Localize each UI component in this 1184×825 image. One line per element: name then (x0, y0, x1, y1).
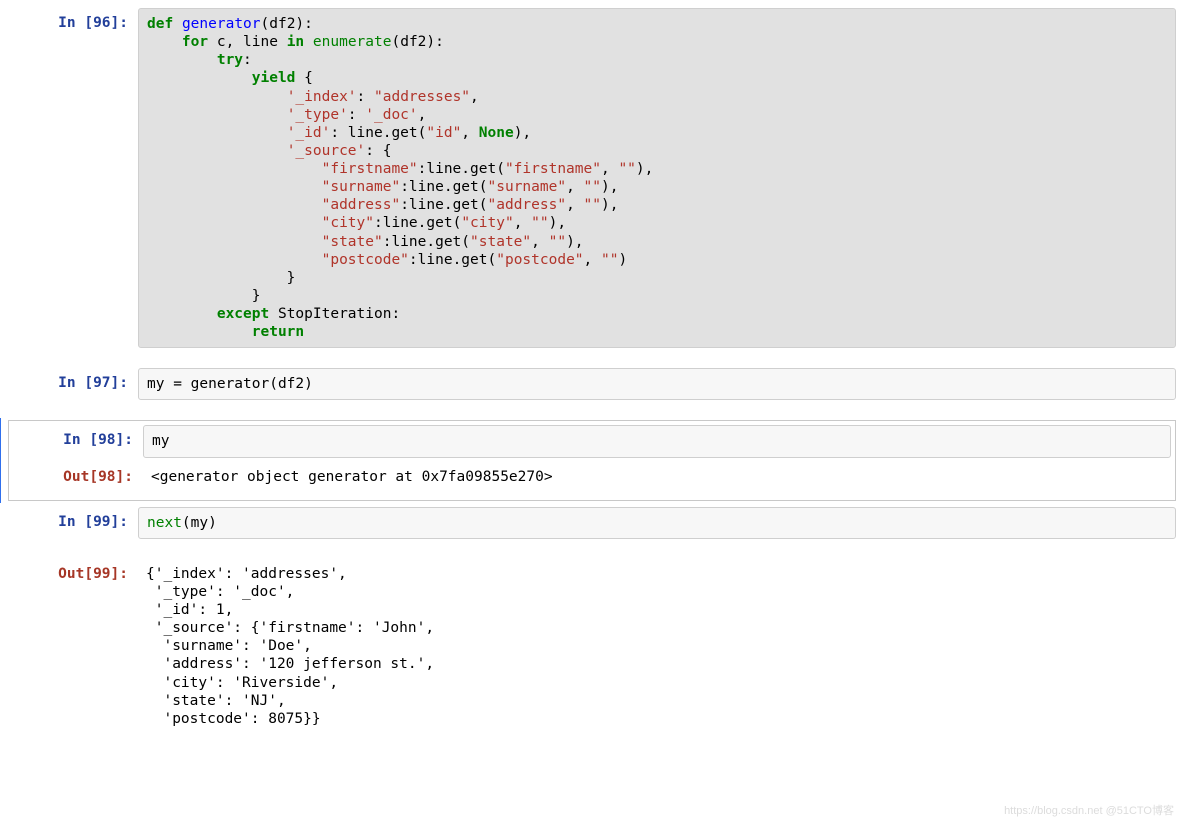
cell-output: {'_index': 'addresses', '_type': '_doc',… (138, 559, 1176, 734)
code-input[interactable]: def generator(df2): for c, line in enume… (138, 8, 1176, 348)
in-prompt: In [96]: (8, 8, 138, 348)
code-cell[interactable]: In [96]:def generator(df2): for c, line … (8, 8, 1176, 348)
code-input[interactable]: my = generator(df2) (138, 368, 1176, 400)
output-cell: Out[99]:{'_index': 'addresses', '_type':… (8, 559, 1176, 734)
watermark-text: https://blog.csdn.net @51CTO博客 (1004, 805, 1174, 819)
code-input[interactable]: next(my) (138, 507, 1176, 539)
in-prompt: In [97]: (8, 368, 138, 400)
code-cell[interactable]: In [99]:next(my) (8, 507, 1176, 539)
in-prompt: In [99]: (8, 507, 138, 539)
code-cell[interactable]: In [97]:my = generator(df2) (8, 368, 1176, 400)
code-input[interactable]: my (143, 425, 1171, 457)
notebook-container: In [96]:def generator(df2): for c, line … (8, 8, 1176, 734)
output-cell: Out[98]:<generator object generator at 0… (13, 462, 1171, 492)
selected-cell[interactable]: In [98]:myOut[98]:<generator object gene… (8, 420, 1176, 500)
out-prompt: Out[99]: (8, 559, 138, 734)
cell-output: <generator object generator at 0x7fa0985… (143, 462, 1171, 492)
out-prompt: Out[98]: (13, 462, 143, 492)
code-cell[interactable]: In [98]:my (13, 425, 1171, 457)
in-prompt: In [98]: (13, 425, 143, 457)
